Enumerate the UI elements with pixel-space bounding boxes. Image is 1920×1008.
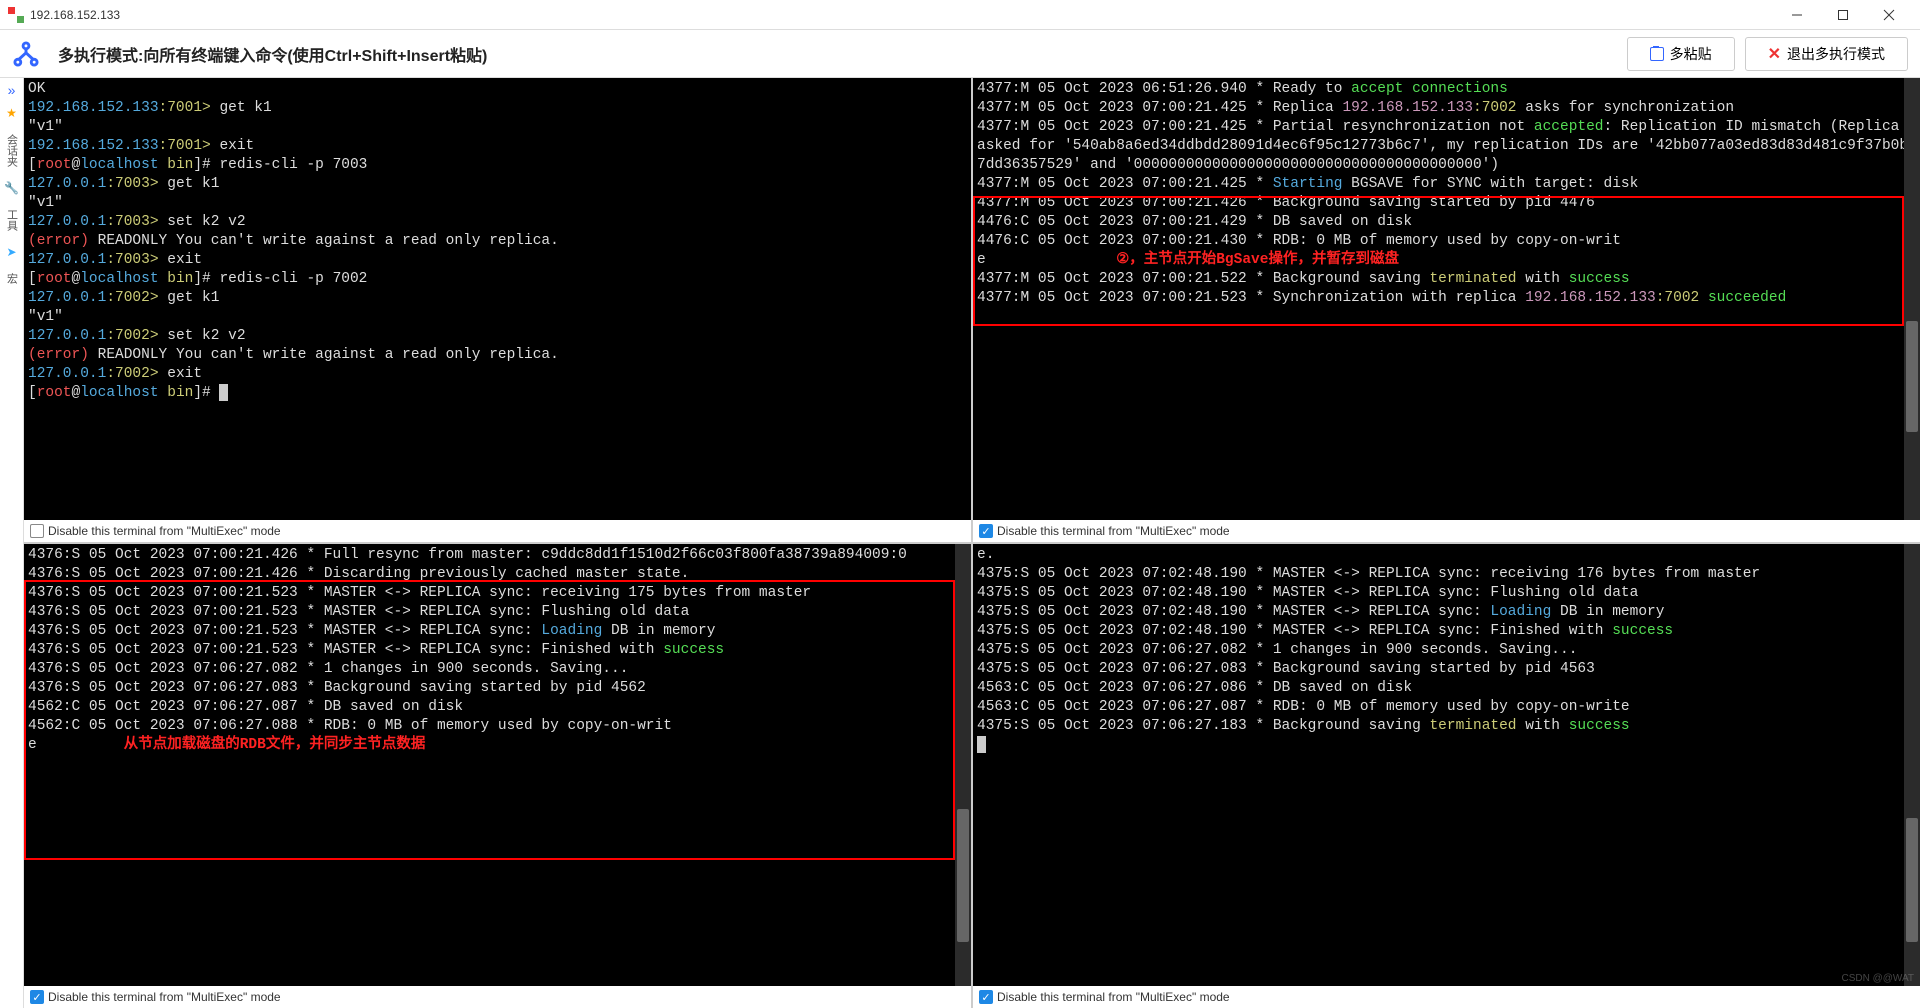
disable-label: Disable this terminal from "MultiExec" m… <box>48 990 281 1004</box>
disable-row-tr: ✓ Disable this terminal from "MultiExec"… <box>973 520 1920 542</box>
scrollbar-bl[interactable] <box>955 544 971 986</box>
disable-label: Disable this terminal from "MultiExec" m… <box>997 990 1230 1004</box>
exit-multiexec-button[interactable]: ✕ 退出多执行模式 <box>1745 37 1908 71</box>
disable-row-br: ✓ Disable this terminal from "MultiExec"… <box>973 986 1920 1008</box>
scrollbar-br[interactable] <box>1904 544 1920 986</box>
multi-paste-button[interactable]: 多粘贴 <box>1627 37 1735 71</box>
send-icon: ➤ <box>6 245 16 259</box>
terminal-top-right[interactable]: 4377:M 05 Oct 2023 06:51:26.940 * Ready … <box>973 78 1920 520</box>
window-title: 192.168.152.133 <box>30 8 1774 22</box>
disable-label: Disable this terminal from "MultiExec" m… <box>997 524 1230 538</box>
close-icon: ✕ <box>1768 44 1781 64</box>
minimize-button[interactable] <box>1774 0 1820 30</box>
sidebar-tab-tools[interactable]: 工具 <box>2 203 22 237</box>
terminal-pane-top-right: 4377:M 05 Oct 2023 06:51:26.940 * Ready … <box>973 78 1920 542</box>
sidebar-tab-macro[interactable]: 宏 <box>2 267 22 290</box>
terminal-grid: OK 192.168.152.133:7001> get k1 "v1" 192… <box>24 78 1920 1008</box>
watermark: CSDN @@WAT <box>1841 973 1914 984</box>
sidebar-tab-sessions[interactable]: 会话夹 <box>2 128 22 173</box>
disable-label: Disable this terminal from "MultiExec" m… <box>48 524 281 538</box>
wrench-icon: 🔧 <box>4 181 19 195</box>
mode-label: 多执行模式:向所有终端键入命令(使用Ctrl+Shift+Insert粘贴) <box>58 42 1617 66</box>
terminal-bottom-right[interactable]: e. 4375:S 05 Oct 2023 07:02:48.190 * MAS… <box>973 544 1920 986</box>
paste-icon <box>1650 47 1664 61</box>
paste-button-label: 多粘贴 <box>1670 44 1712 64</box>
left-sidebar: » ★ 会话夹 🔧 工具 ➤ 宏 <box>0 78 24 1008</box>
terminal-pane-bottom-left: 4376:S 05 Oct 2023 07:00:21.426 * Full r… <box>24 544 971 1008</box>
app-icon <box>8 7 24 23</box>
disable-checkbox-tl[interactable] <box>30 524 44 538</box>
window-titlebar: 192.168.152.133 <box>0 0 1920 30</box>
exit-button-label: 退出多执行模式 <box>1787 44 1885 64</box>
scrollbar-tr[interactable] <box>1904 78 1920 520</box>
maximize-button[interactable] <box>1820 0 1866 30</box>
disable-checkbox-br[interactable]: ✓ <box>979 990 993 1004</box>
disable-checkbox-bl[interactable]: ✓ <box>30 990 44 1004</box>
terminal-pane-top-left: OK 192.168.152.133:7001> get k1 "v1" 192… <box>24 78 971 542</box>
expand-sidebar-icon[interactable]: » <box>8 82 16 98</box>
disable-checkbox-tr[interactable]: ✓ <box>979 524 993 538</box>
terminal-bottom-left[interactable]: 4376:S 05 Oct 2023 07:00:21.426 * Full r… <box>24 544 971 986</box>
disable-row-bl: ✓ Disable this terminal from "MultiExec"… <box>24 986 971 1008</box>
star-icon: ★ <box>6 106 17 120</box>
close-button[interactable] <box>1866 0 1912 30</box>
multiexec-icon <box>12 40 40 68</box>
disable-row-tl: Disable this terminal from "MultiExec" m… <box>24 520 971 542</box>
terminal-top-left[interactable]: OK 192.168.152.133:7001> get k1 "v1" 192… <box>24 78 971 520</box>
terminal-pane-bottom-right: e. 4375:S 05 Oct 2023 07:02:48.190 * MAS… <box>973 544 1920 1008</box>
toolbar: 多执行模式:向所有终端键入命令(使用Ctrl+Shift+Insert粘贴) 多… <box>0 30 1920 78</box>
